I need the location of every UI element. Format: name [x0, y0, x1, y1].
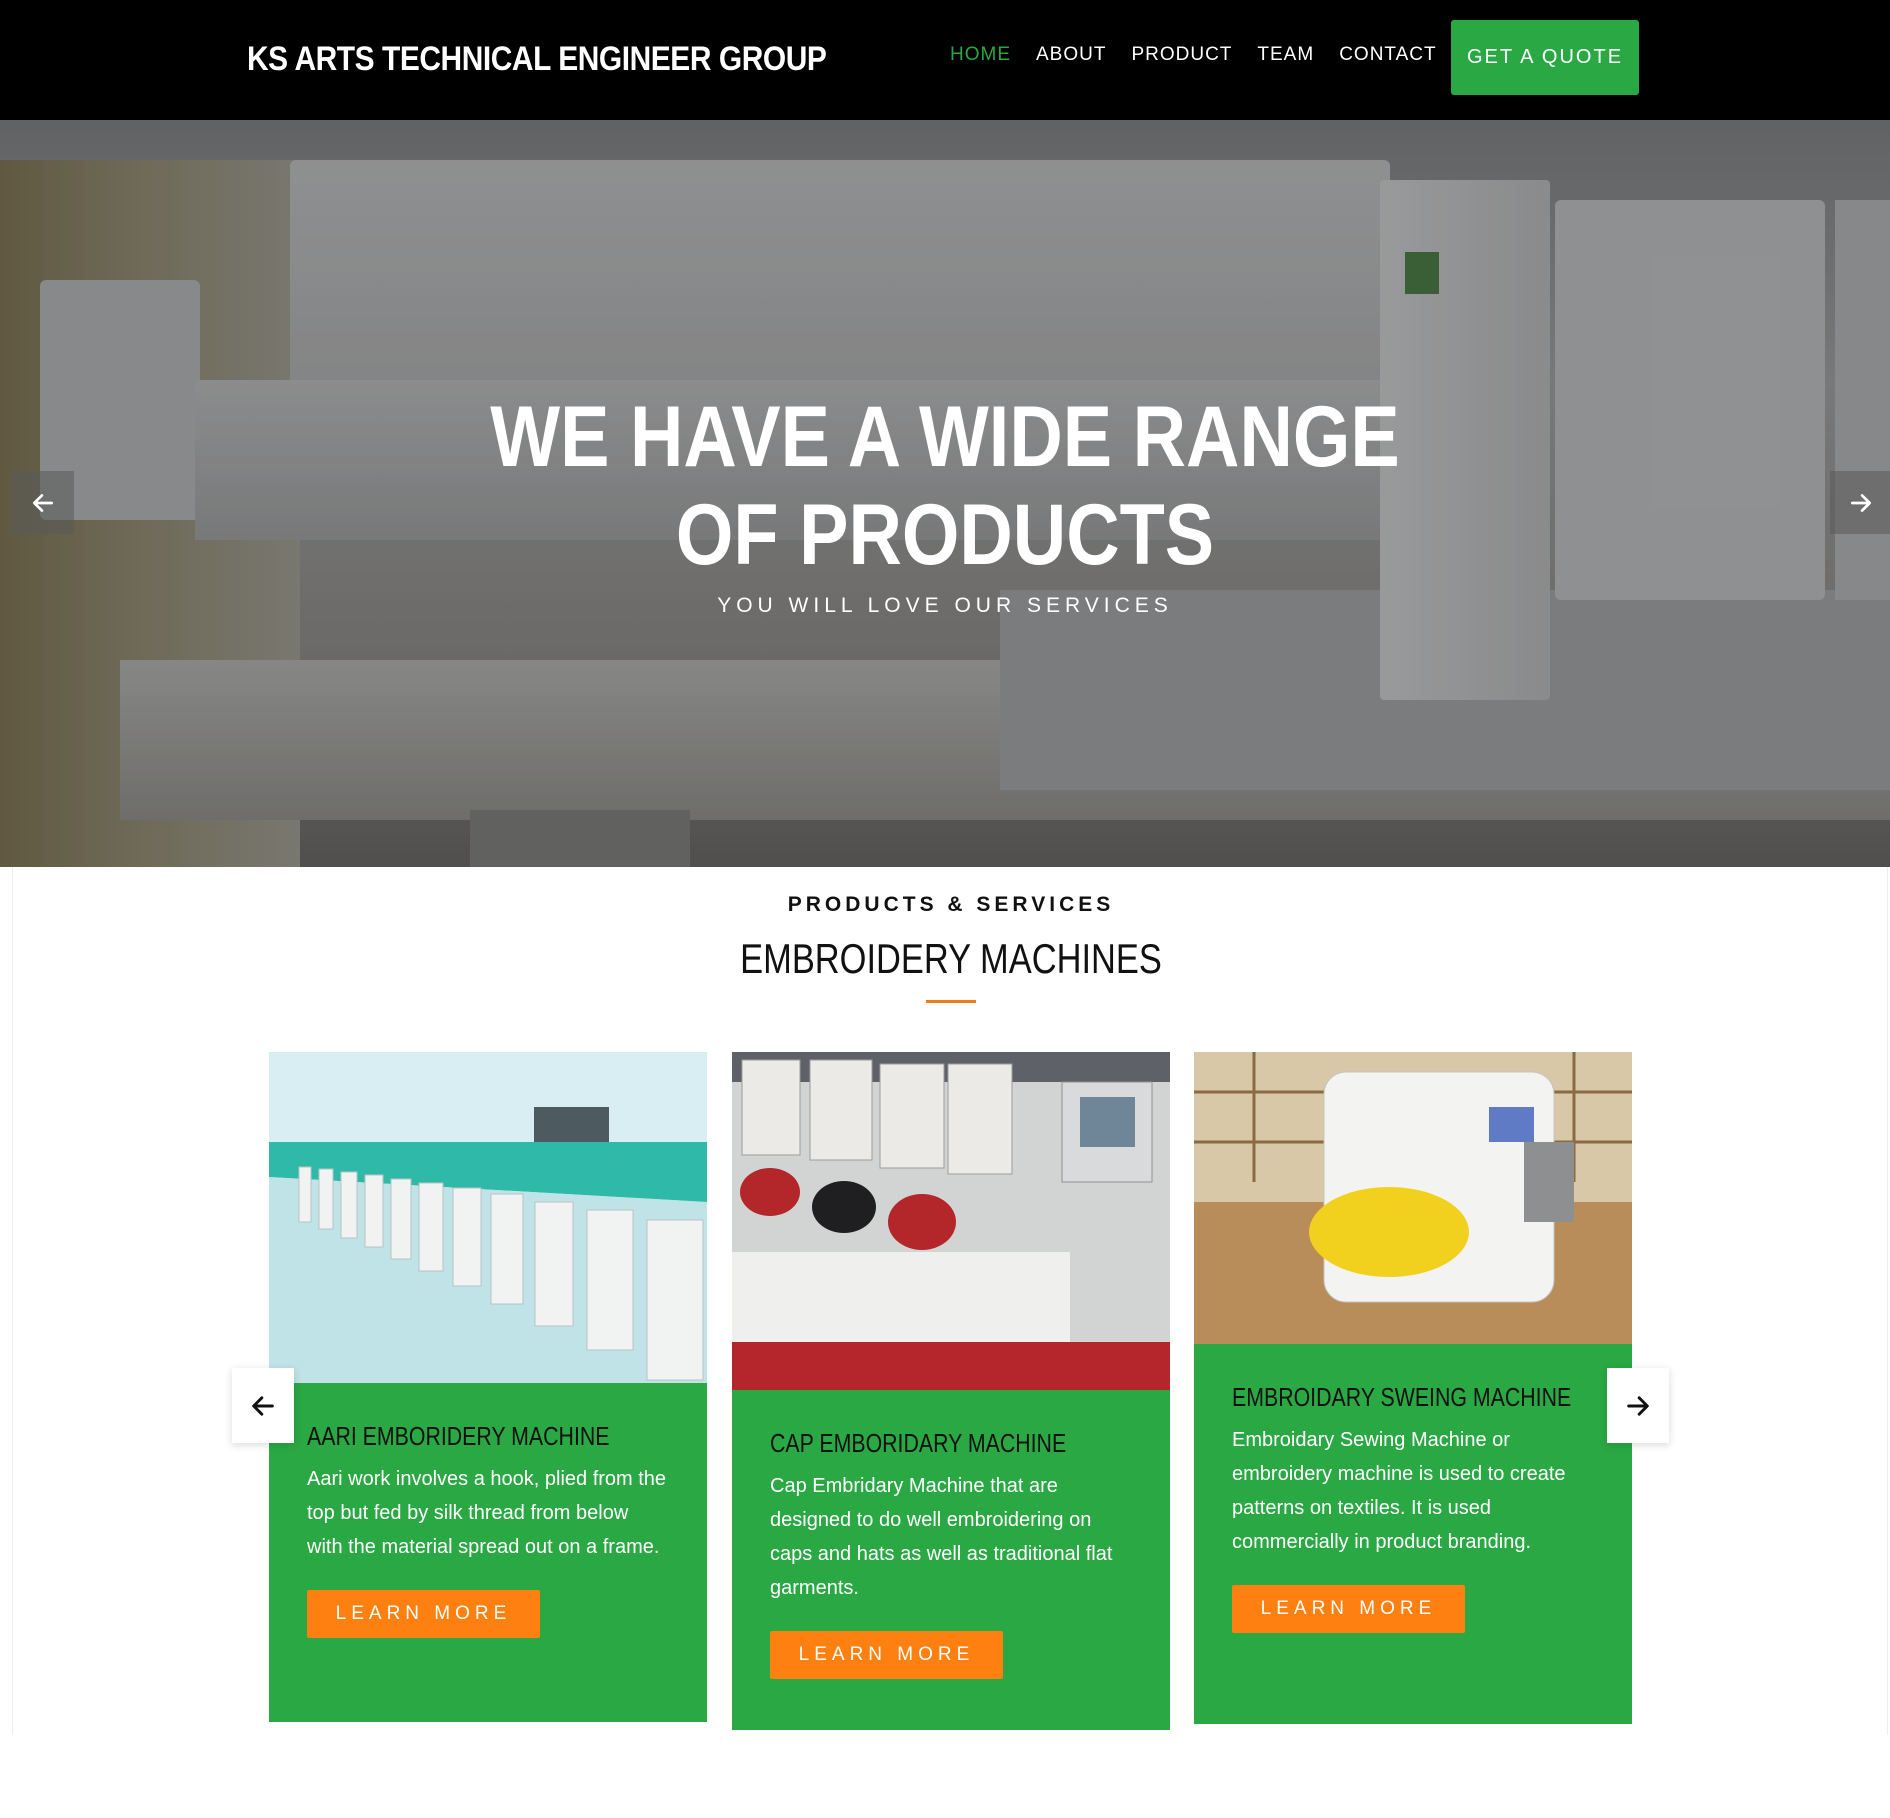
hero-tagline: YOU WILL LOVE OUR SERVICES: [717, 594, 1173, 617]
hero-next-button[interactable]: [1830, 471, 1890, 534]
product-title[interactable]: AARI EMBORIDERY MACHINE: [307, 1421, 609, 1452]
arrow-right-icon: [1850, 493, 1872, 512]
product-photo-cap: [732, 1052, 1170, 1390]
product-photo-sewing: [1194, 1052, 1632, 1344]
hero-headline-line-2: OF PRODUCTS: [675, 487, 1215, 583]
product-description: Cap Embridary Machine that are designed …: [770, 1475, 1113, 1599]
arrow-left-icon: [252, 1395, 274, 1416]
products-section: PRODUCTS & SERVICES EMBROIDERY MACHINES: [12, 867, 1888, 1735]
page-bottom-spacer: [0, 1735, 1890, 1818]
nav-item-product[interactable]: PRODUCT: [1131, 44, 1232, 66]
site-logo-text[interactable]: KS ARTS TECHNICAL ENGINEER GROUP: [247, 40, 827, 79]
nav-item-home[interactable]: HOME: [950, 44, 1011, 66]
nav-item-contact[interactable]: CONTACT: [1339, 44, 1436, 66]
nav-item-about[interactable]: ABOUT: [1036, 44, 1106, 66]
products-next-button[interactable]: [1607, 1368, 1669, 1443]
arrow-right-icon: [1627, 1395, 1649, 1416]
section-divider: [926, 1000, 976, 1003]
get-a-quote-button[interactable]: GET A QUOTE: [1451, 20, 1639, 95]
product-description: Aari work involves a hook, plied from th…: [307, 1468, 667, 1558]
product-title[interactable]: CAP EMBORIDARY MACHINE: [770, 1428, 1067, 1459]
arrow-left-icon: [32, 493, 54, 512]
learn-more-button[interactable]: LEARN MORE: [770, 1631, 1003, 1679]
product-image-aari: [269, 1052, 707, 1383]
product-card: EMBROIDARY SWEING MACHINE Embroidary Sew…: [1194, 1052, 1632, 1724]
product-photo-aari: [269, 1052, 707, 1383]
nav-item-team[interactable]: TEAM: [1257, 44, 1314, 66]
learn-more-button[interactable]: LEARN MORE: [1232, 1585, 1465, 1633]
product-description: Embroidary Sewing Machine or embroidery …: [1232, 1429, 1566, 1553]
hero-prev-button[interactable]: [12, 471, 74, 534]
hero-slider: WE HAVE A WIDE RANGE OF PRODUCTS YOU WIL…: [0, 120, 1890, 867]
section-kicker: PRODUCTS & SERVICES: [787, 893, 1115, 916]
products-prev-button[interactable]: [232, 1368, 294, 1443]
site-header: KS ARTS TECHNICAL ENGINEER GROUP HOME AB…: [0, 0, 1890, 120]
main-nav: HOME ABOUT PRODUCT TEAM CONTACT: [950, 44, 1462, 66]
hero-headline-line-1: WE HAVE A WIDE RANGE: [490, 389, 1400, 485]
learn-more-button[interactable]: LEARN MORE: [307, 1590, 540, 1638]
product-card: AARI EMBORIDERY MACHINE Aari work involv…: [269, 1052, 707, 1722]
product-image-cap: [732, 1052, 1170, 1390]
product-title[interactable]: EMBROIDARY SWEING MACHINE: [1232, 1382, 1571, 1413]
product-card: CAP EMBORIDARY MACHINE Cap Embridary Mac…: [732, 1052, 1170, 1730]
section-title: EMBROIDERY MACHINES: [740, 935, 1162, 982]
product-image-sewing: [1194, 1052, 1632, 1344]
